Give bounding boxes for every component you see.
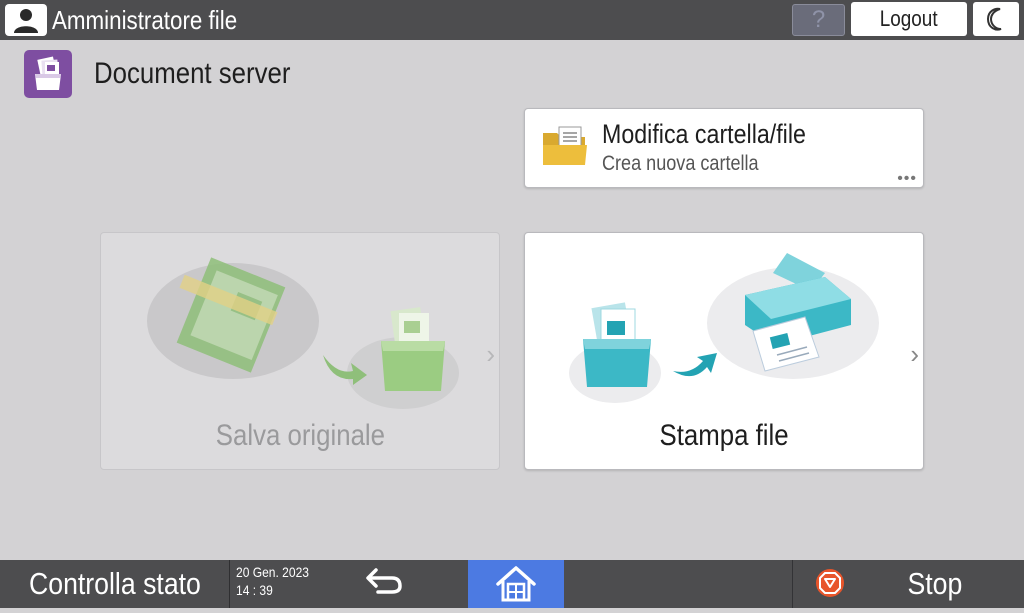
date-time: 20 Gen. 2023 14 : 39 [236,563,309,599]
divider [792,560,793,608]
folder-card-title: Modifica cartella/file [602,119,806,149]
bottom-bar: Controlla stato 20 Gen. 2023 14 : 39 Sto… [0,560,1024,608]
user-icon[interactable] [5,4,47,36]
stop-button[interactable]: Stop [880,560,990,608]
check-status-label: Controlla stato [28,566,201,601]
page-title: Document server [94,57,291,90]
folder-card-subtitle: Crea nuova cartella [602,152,759,175]
date-label: 20 Gen. 2023 [236,564,309,580]
home-button[interactable] [468,560,564,608]
chevron-right-icon: › [910,339,919,369]
chevron-right-icon: › [486,339,495,369]
print-file-label: Stampa file [659,419,789,452]
top-bar: Amministratore file ? Logout [0,0,1024,40]
save-original-button[interactable]: › Salva originale [100,232,500,470]
moon-icon [986,7,1002,31]
time-label: 14 : 39 [236,582,273,598]
folder-icon [541,125,589,169]
document-server-icon [24,50,72,98]
stop-icon[interactable] [814,567,846,599]
back-button[interactable] [346,560,416,608]
stop-label: Stop [907,566,963,601]
print-file-button[interactable]: › Stampa file [524,232,924,470]
more-icon: ••• [897,170,917,187]
logout-label: Logout [880,6,938,31]
edit-folder-file-button[interactable]: Modifica cartella/file Crea nuova cartel… [524,108,924,188]
save-original-label: Salva originale [215,419,385,452]
back-arrow-icon [366,568,402,594]
logout-button[interactable]: Logout [851,2,967,36]
check-status-button[interactable]: Controlla stato [0,560,230,608]
home-icon [496,566,536,602]
help-button[interactable]: ? [792,4,845,36]
user-title: Amministratore file [52,5,238,35]
night-mode-button[interactable] [973,2,1019,36]
